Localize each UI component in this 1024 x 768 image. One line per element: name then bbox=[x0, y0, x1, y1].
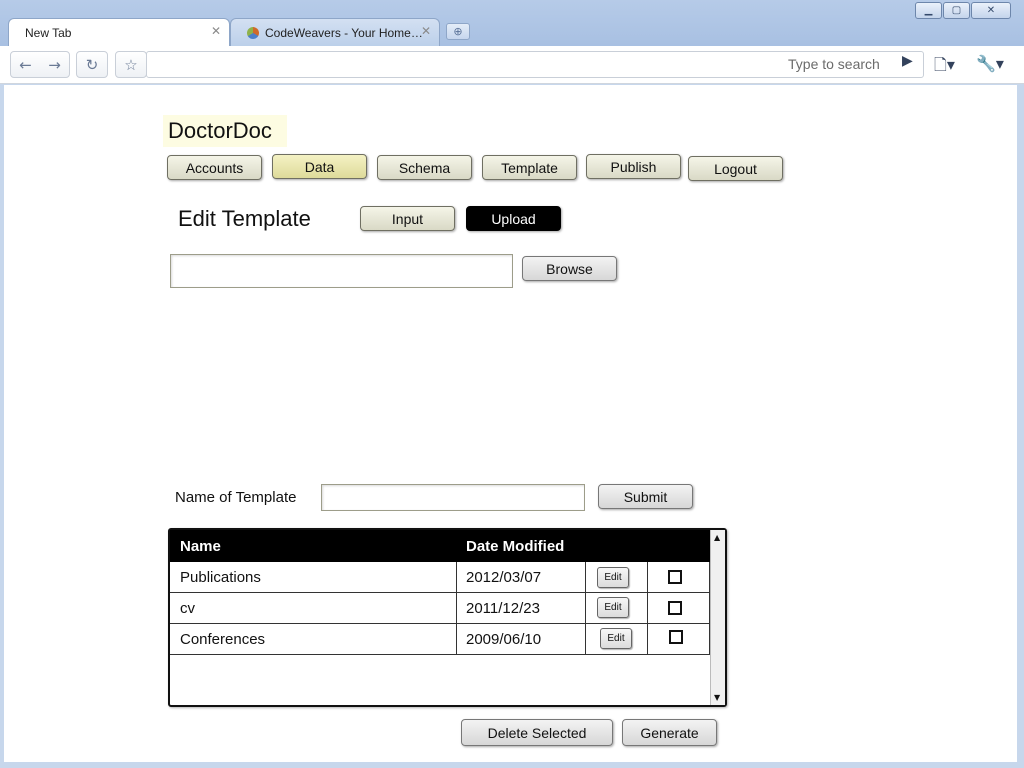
delete-selected-button[interactable]: Delete Selected bbox=[461, 719, 613, 746]
page-menu-icon[interactable]: 🗋▾ bbox=[934, 54, 955, 81]
page-heading: Edit Template bbox=[178, 206, 311, 231]
row-name: Publications bbox=[180, 569, 261, 586]
row-checkbox[interactable] bbox=[668, 570, 682, 584]
row-name: Conferences bbox=[180, 631, 266, 648]
nav-logout-button[interactable]: Logout bbox=[688, 156, 783, 181]
scroll-up-icon[interactable]: ▲ bbox=[714, 533, 720, 542]
column-divider bbox=[585, 562, 586, 655]
tab-codeweavers[interactable]: CodeWeavers - Your Home… ✕ bbox=[230, 18, 440, 46]
nav-schema-button[interactable]: Schema bbox=[377, 155, 472, 180]
column-divider bbox=[647, 562, 648, 655]
upload-mode-button[interactable]: Upload bbox=[466, 206, 561, 231]
wrench-menu-icon[interactable]: 🔧▾ bbox=[976, 54, 1004, 73]
nav-accounts-button[interactable]: Accounts bbox=[167, 155, 262, 180]
maximize-icon[interactable]: ▢ bbox=[943, 2, 970, 19]
row-date: 2012/03/07 bbox=[466, 569, 542, 586]
row-date: 2009/06/10 bbox=[466, 631, 542, 648]
back-arrow-icon[interactable]: ← bbox=[19, 56, 32, 74]
browse-button[interactable]: Browse bbox=[522, 256, 617, 281]
row-checkbox[interactable] bbox=[669, 630, 683, 644]
close-tab-icon[interactable]: ✕ bbox=[421, 24, 431, 38]
column-divider bbox=[456, 562, 457, 655]
table-row: cv 2011/12/23 Edit bbox=[170, 593, 710, 624]
bookmark-star-icon[interactable]: ☆ bbox=[115, 51, 147, 78]
column-header-date: Date Modified bbox=[466, 537, 565, 555]
generate-button[interactable]: Generate bbox=[622, 719, 717, 746]
forward-arrow-icon[interactable]: → bbox=[48, 56, 61, 74]
edit-button[interactable]: Edit bbox=[597, 597, 629, 618]
template-name-input[interactable] bbox=[321, 484, 585, 511]
tab-new-tab[interactable]: New Tab ✕ bbox=[8, 18, 230, 46]
column-header-name: Name bbox=[180, 537, 221, 555]
codeweavers-favicon-icon bbox=[247, 26, 259, 39]
templates-table: Name Date Modified Publications 2012/03/… bbox=[168, 528, 727, 707]
search-placeholder: Type to search bbox=[788, 56, 880, 72]
scroll-down-icon[interactable]: ▼ bbox=[714, 693, 720, 702]
app-title: DoctorDoc bbox=[163, 115, 287, 147]
row-date: 2011/12/23 bbox=[466, 600, 540, 617]
reload-icon[interactable]: ↻ bbox=[76, 51, 108, 78]
nav-data-button[interactable]: Data bbox=[272, 154, 367, 179]
table-row: Conferences 2009/06/10 Edit bbox=[170, 624, 710, 655]
tab-label: CodeWeavers - Your Home… bbox=[265, 25, 423, 40]
close-tab-icon[interactable]: ✕ bbox=[211, 24, 221, 38]
table-scrollbar[interactable]: ▲ ▼ bbox=[710, 530, 725, 705]
nav-template-button[interactable]: Template bbox=[482, 155, 577, 180]
edit-button[interactable]: Edit bbox=[600, 628, 632, 649]
table-row: Publications 2012/03/07 Edit bbox=[170, 562, 710, 593]
row-checkbox[interactable] bbox=[668, 601, 682, 615]
table-header: Name Date Modified bbox=[170, 530, 710, 562]
row-name: cv bbox=[180, 600, 195, 617]
back-forward-buttons[interactable]: ← → bbox=[10, 51, 70, 78]
input-mode-button[interactable]: Input bbox=[360, 206, 455, 231]
file-path-input[interactable] bbox=[170, 254, 513, 288]
submit-button[interactable]: Submit bbox=[598, 484, 693, 509]
go-arrow-icon[interactable]: ▶ bbox=[902, 53, 913, 69]
close-window-icon[interactable]: ✕ bbox=[971, 2, 1011, 19]
template-name-label: Name of Template bbox=[175, 489, 297, 506]
tab-label: New Tab bbox=[25, 25, 72, 40]
nav-publish-button[interactable]: Publish bbox=[586, 154, 681, 179]
edit-button[interactable]: Edit bbox=[597, 567, 629, 588]
minimize-icon[interactable]: ▁ bbox=[915, 2, 942, 19]
new-tab-icon[interactable]: ⊕ bbox=[446, 23, 470, 40]
